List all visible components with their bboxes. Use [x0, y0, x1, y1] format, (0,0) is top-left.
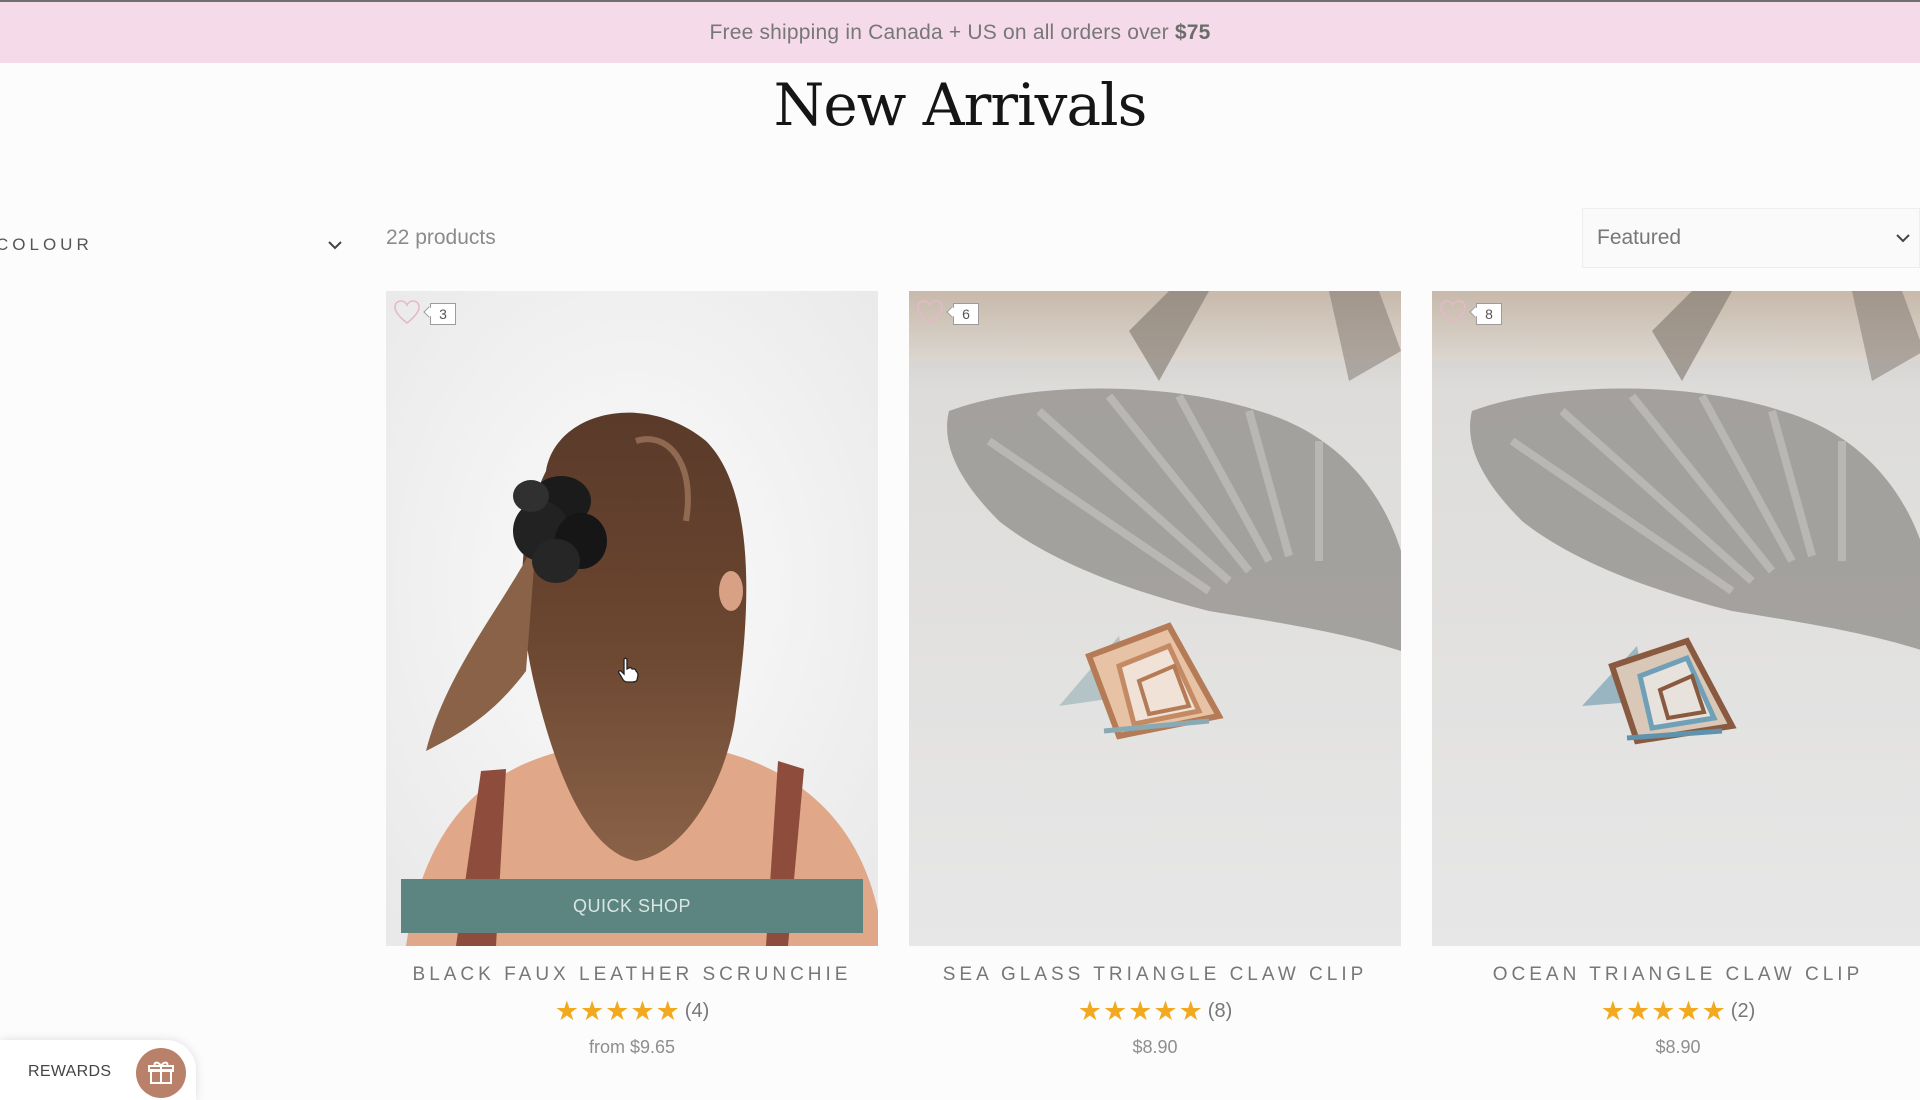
product-image[interactable]: 8 — [1432, 291, 1920, 946]
wishlist-heart-icon[interactable] — [915, 297, 945, 327]
product-name[interactable]: SEA GLASS TRIANGLE CLAW CLIP — [909, 964, 1401, 986]
product-image[interactable]: 3 QUICK SHOP — [386, 291, 878, 946]
gift-icon — [136, 1048, 186, 1098]
product-card[interactable]: 6 SEA GLASS TRIANGLE CLAW CLIP ★★★★★ (8)… — [909, 291, 1401, 1058]
page-title: New Arrivals — [773, 71, 1148, 139]
chevron-down-icon — [1896, 234, 1910, 243]
wishlist-count: 3 — [430, 303, 456, 325]
product-card[interactable]: 8 OCEAN TRIANGLE CLAW CLIP ★★★★★ (2) $8.… — [1432, 291, 1920, 1058]
rewards-label: REWARDS — [28, 1063, 112, 1080]
product-photo-scrunchie — [386, 291, 878, 946]
product-price: from $9.65 — [588, 1037, 676, 1057]
rating-count: (4) — [684, 1000, 710, 1022]
star-rating-icon: ★★★★★ — [554, 996, 681, 1026]
rewards-launcher[interactable]: REWARDS — [0, 1040, 196, 1100]
product-name[interactable]: OCEAN TRIANGLE CLAW CLIP — [1432, 964, 1920, 986]
wishlist-heart-icon[interactable] — [1438, 297, 1468, 327]
product-rating[interactable]: ★★★★★ (4) — [386, 996, 878, 1027]
sort-value: Featured — [1597, 226, 1682, 249]
product-price: $8.90 — [1655, 1037, 1701, 1057]
product-image[interactable]: 6 — [909, 291, 1401, 946]
product-card[interactable]: 3 QUICK SHOP BLACK FAUX LEATHER SCRUNCHI… — [386, 291, 878, 1058]
product-name[interactable]: BLACK FAUX LEATHER SCRUNCHIE — [386, 964, 878, 986]
product-photo-sea-glass-clip — [909, 291, 1401, 946]
colour-filter-label: COLOUR — [0, 235, 93, 254]
quick-shop-button[interactable]: QUICK SHOP — [401, 879, 863, 933]
wishlist-count: 8 — [1476, 303, 1502, 325]
product-rating[interactable]: ★★★★★ (2) — [1432, 996, 1920, 1027]
announcement-text: Free shipping in Canada + US on all orde… — [709, 20, 1169, 44]
star-rating-icon: ★★★★★ — [1077, 996, 1204, 1026]
product-price: $8.90 — [1132, 1037, 1178, 1057]
product-photo-ocean-clip — [1432, 291, 1920, 946]
announcement-bar: Free shipping in Canada + US on all orde… — [0, 0, 1920, 63]
wishlist-heart-icon[interactable] — [392, 297, 422, 327]
product-count: 22 products — [386, 226, 496, 249]
announcement-amount: $75 — [1174, 20, 1211, 44]
product-rating[interactable]: ★★★★★ (8) — [909, 996, 1401, 1027]
rating-count: (8) — [1207, 1000, 1233, 1022]
sort-select[interactable]: Featured — [1582, 208, 1920, 268]
colour-filter[interactable]: COLOUR — [0, 228, 345, 262]
rating-count: (2) — [1730, 1000, 1756, 1022]
wishlist-count: 6 — [953, 303, 979, 325]
chevron-down-icon — [328, 241, 342, 250]
star-rating-icon: ★★★★★ — [1600, 996, 1727, 1026]
